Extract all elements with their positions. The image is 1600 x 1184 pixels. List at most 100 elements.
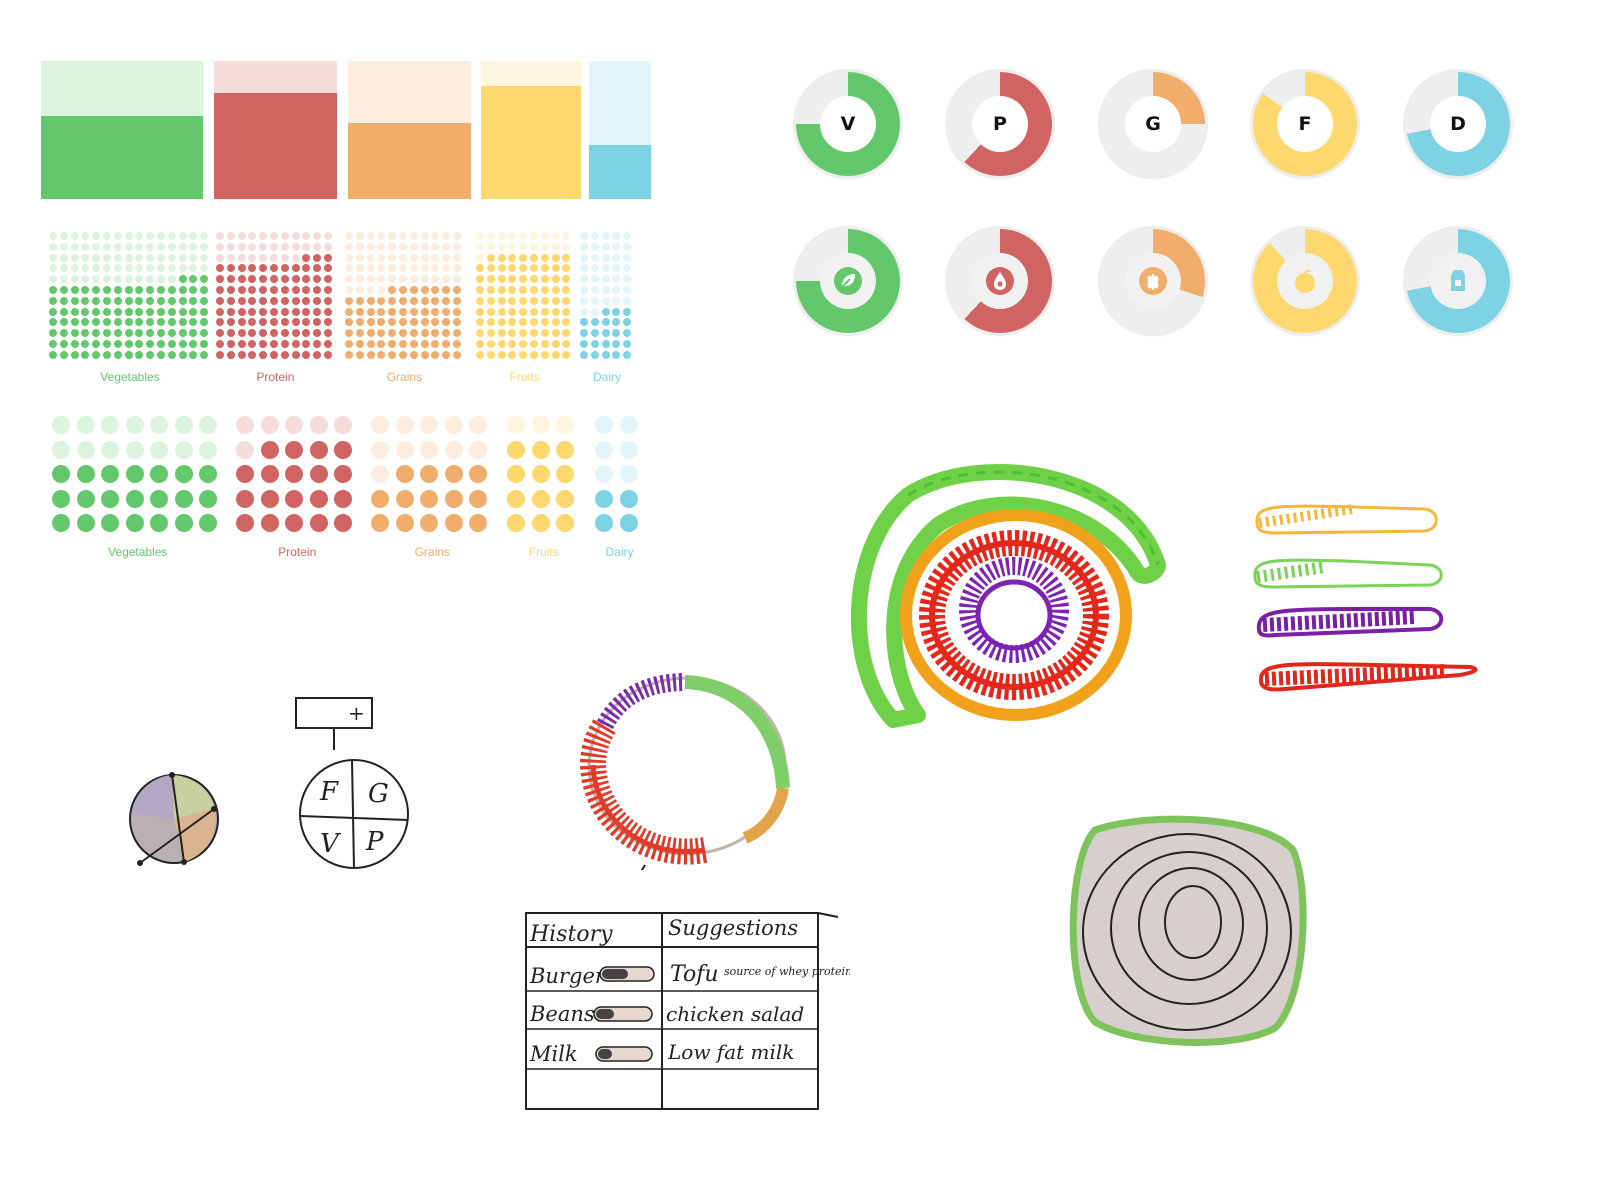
block-bar-fill-protein — [214, 92, 337, 199]
quad-label-f: F — [319, 777, 339, 807]
history-pill-3 — [595, 1046, 653, 1062]
dot — [497, 350, 506, 359]
dot — [248, 242, 257, 251]
dot — [167, 286, 176, 294]
dot — [280, 329, 289, 338]
dot — [59, 286, 68, 294]
dot — [497, 307, 506, 316]
dot — [453, 275, 461, 284]
dot — [291, 340, 300, 348]
dot — [377, 286, 386, 294]
dot — [431, 232, 440, 240]
dot — [530, 340, 538, 348]
dot — [199, 465, 217, 483]
dot — [399, 329, 407, 338]
dot — [420, 465, 438, 483]
dot — [366, 232, 375, 240]
suggestion-item-2: chicken salad — [666, 1002, 804, 1026]
dot — [355, 307, 364, 316]
dot — [81, 264, 90, 273]
dot — [302, 340, 311, 348]
dot — [124, 232, 133, 240]
dot — [146, 275, 155, 284]
dot — [150, 416, 168, 434]
dot — [313, 307, 322, 316]
block-bar-protein — [214, 61, 337, 199]
dot — [551, 318, 560, 327]
dot — [442, 307, 451, 316]
dot — [237, 318, 246, 327]
dot — [420, 253, 429, 262]
dot — [580, 296, 588, 305]
dot — [76, 440, 95, 459]
dot — [81, 242, 90, 251]
dot — [420, 286, 429, 294]
dot — [59, 350, 68, 359]
dot — [519, 340, 528, 348]
dot — [124, 242, 133, 251]
dot — [590, 340, 599, 348]
ring-letter-fruits: F — [1277, 96, 1333, 152]
dot — [442, 296, 451, 305]
dot — [334, 440, 352, 459]
block-bar-fruits — [481, 61, 581, 199]
dot — [399, 232, 407, 240]
dot — [135, 286, 144, 294]
dot — [309, 489, 328, 508]
dot — [431, 350, 440, 359]
dot — [595, 416, 613, 434]
dot — [420, 264, 429, 273]
dot — [388, 264, 397, 273]
dot — [248, 275, 257, 284]
progress-ring-fruits: F — [1253, 72, 1357, 176]
suggestion-note: source of whey protein — [724, 965, 850, 978]
dot — [580, 307, 588, 316]
dot — [248, 232, 257, 240]
dot — [167, 340, 176, 348]
block-bar-dairy — [589, 61, 651, 199]
dot — [431, 253, 440, 262]
dot — [508, 264, 517, 273]
dot — [519, 264, 528, 273]
dot — [157, 286, 165, 294]
dot — [540, 253, 549, 262]
dot — [612, 242, 621, 251]
dot — [167, 318, 176, 327]
dot — [409, 350, 418, 359]
dot — [313, 296, 322, 305]
dot — [178, 232, 187, 240]
wheat-icon — [1125, 253, 1181, 309]
dot — [313, 318, 322, 327]
dot — [442, 232, 451, 240]
dot — [420, 416, 438, 434]
dot — [531, 416, 550, 434]
dot — [476, 340, 484, 348]
dot — [377, 329, 386, 338]
dot — [59, 307, 68, 316]
dot — [519, 286, 528, 294]
dot — [431, 264, 440, 273]
dot — [237, 307, 246, 316]
dot — [431, 318, 440, 327]
dot — [371, 514, 389, 532]
dot — [302, 275, 311, 284]
sketch-segmented-ring — [579, 673, 790, 870]
dot — [519, 350, 528, 359]
dot — [371, 489, 389, 508]
dot — [313, 264, 322, 273]
dot — [49, 275, 57, 284]
dot — [101, 416, 119, 434]
dot — [519, 329, 528, 338]
dot — [531, 465, 550, 483]
history-item-1: Burger — [529, 964, 607, 988]
dot — [70, 296, 79, 305]
dot — [101, 465, 119, 483]
dot — [200, 307, 209, 316]
dot — [125, 440, 144, 459]
dot — [388, 340, 397, 348]
dot — [580, 232, 588, 240]
block-bar-grains — [348, 61, 471, 199]
dot — [216, 286, 224, 294]
dot — [619, 440, 638, 459]
dot — [124, 275, 133, 284]
